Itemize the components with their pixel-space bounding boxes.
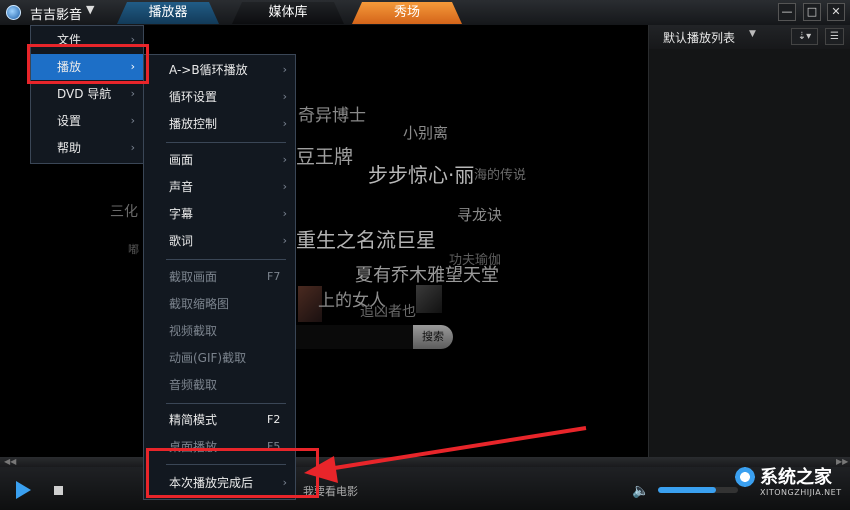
chevron-right-icon: › bbox=[282, 180, 287, 193]
menu-item-label: A->B循环播放 bbox=[169, 63, 248, 77]
play-submenu: A->B循环播放 › 循环设置 › 播放控制 › 画面 › 声音 › 字幕 › 歌词 › 截取… bbox=[143, 54, 296, 500]
menu-item-play-control[interactable]: 播放控制 › bbox=[144, 111, 295, 137]
playlist-sort-button[interactable]: ⇣▾ bbox=[791, 28, 818, 45]
menu-item-capture-frame[interactable]: 截取画面 F7 bbox=[144, 264, 295, 290]
menu-item-label: DVD 导航 bbox=[57, 87, 112, 101]
playlist-menu-button[interactable]: ☰ bbox=[825, 28, 844, 45]
cloud-word[interactable]: 小别离 bbox=[403, 122, 448, 143]
close-button[interactable]: ✕ bbox=[827, 3, 845, 21]
menu-item-label: 视频截取 bbox=[169, 324, 218, 338]
chevron-right-icon: › bbox=[130, 141, 135, 154]
cloud-word[interactable]: 海的传说 bbox=[474, 164, 526, 183]
menu-item-label: 截取缩略图 bbox=[169, 297, 230, 311]
menu-item-label: 帮助 bbox=[57, 141, 82, 155]
minimize-button[interactable]: — bbox=[778, 3, 796, 21]
menu-item-subtitles[interactable]: 字幕 › bbox=[144, 201, 295, 227]
tab-show[interactable]: 秀场 bbox=[352, 2, 462, 24]
watermark-name: 系统之家 bbox=[760, 467, 832, 488]
menu-item-label: 歌词 bbox=[169, 234, 194, 248]
cloud-word[interactable]: 步步惊心·丽 bbox=[368, 159, 474, 188]
app-menu-chevron-down-icon[interactable]: ▼ bbox=[86, 3, 94, 16]
cloud-word[interactable]: 奇异博士 bbox=[298, 101, 366, 126]
chevron-right-icon: › bbox=[282, 234, 287, 247]
app-name[interactable]: 吉吉影音 bbox=[30, 4, 82, 23]
menu-item-lyrics[interactable]: 歌词 › bbox=[144, 228, 295, 254]
highlight-box-play bbox=[27, 44, 149, 84]
menu-separator bbox=[166, 259, 286, 260]
menu-item-label: 音频截取 bbox=[169, 378, 218, 392]
cloud-word[interactable]: 三化 bbox=[110, 201, 138, 221]
search-button[interactable]: 搜索 bbox=[413, 325, 453, 349]
menu-item-compact-mode[interactable]: 精简模式 F2 bbox=[144, 407, 295, 433]
volume-icon[interactable]: 🔈 bbox=[632, 483, 649, 499]
menu-item-picture[interactable]: 画面 › bbox=[144, 147, 295, 173]
chevron-right-icon: › bbox=[282, 90, 287, 103]
chevron-right-icon: › bbox=[282, 117, 287, 130]
play-icon[interactable] bbox=[16, 481, 31, 499]
menu-separator bbox=[166, 142, 286, 143]
menu-item-label: 字幕 bbox=[169, 207, 194, 221]
menu-item-dvd-nav[interactable]: DVD 导航 › bbox=[31, 81, 143, 107]
stop-icon[interactable] bbox=[54, 486, 63, 495]
app-logo-icon[interactable] bbox=[6, 5, 21, 20]
menu-item-loop-settings[interactable]: 循环设置 › bbox=[144, 84, 295, 110]
movie-thumbnail[interactable] bbox=[416, 285, 442, 313]
cloud-word[interactable]: 夏有乔木雅望天堂 bbox=[355, 261, 499, 287]
playlist-panel: 默认播放列表 ▼ ⇣▾ ☰ bbox=[648, 25, 850, 457]
menu-item-label: 循环设置 bbox=[169, 90, 218, 104]
cloud-word[interactable]: 豆王牌 bbox=[296, 142, 353, 169]
seek-forward-icon[interactable]: ▶▶ bbox=[836, 457, 848, 466]
highlight-box-after-playback bbox=[146, 448, 319, 498]
menu-item-shortcut: F7 bbox=[267, 270, 281, 283]
chevron-right-icon: › bbox=[130, 114, 135, 127]
menu-item-label: 动画(GIF)截取 bbox=[169, 351, 247, 365]
menu-item-capture-thumbnail[interactable]: 截取缩略图 bbox=[144, 291, 295, 317]
restore-button[interactable]: □ bbox=[803, 3, 821, 21]
menu-item-help[interactable]: 帮助 › bbox=[31, 135, 143, 161]
cloud-word[interactable]: 寻龙诀 bbox=[457, 204, 502, 225]
chevron-right-icon: › bbox=[282, 63, 287, 76]
playlist-chevron-down-icon[interactable]: ▼ bbox=[749, 29, 756, 39]
menu-item-ab-loop[interactable]: A->B循环播放 › bbox=[144, 57, 295, 83]
chevron-right-icon: › bbox=[130, 87, 135, 100]
menu-item-label: 精简模式 bbox=[169, 413, 218, 427]
menu-item-label: 播放控制 bbox=[169, 117, 218, 131]
chevron-right-icon: › bbox=[282, 207, 287, 220]
cloud-word[interactable]: 重生之名流巨星 bbox=[296, 224, 436, 253]
menu-item-label: 声音 bbox=[169, 180, 194, 194]
volume-slider-fill bbox=[658, 487, 716, 493]
tab-player[interactable]: 播放器 bbox=[117, 2, 219, 24]
playlist-title[interactable]: 默认播放列表 bbox=[663, 29, 735, 46]
tab-media-library[interactable]: 媒体库 bbox=[232, 2, 344, 24]
menu-item-label: 截取画面 bbox=[169, 270, 218, 284]
menu-item-shortcut: F2 bbox=[267, 413, 281, 426]
menu-item-settings[interactable]: 设置 › bbox=[31, 108, 143, 134]
menu-item-label: 设置 bbox=[57, 114, 82, 128]
menu-item-audio[interactable]: 声音 › bbox=[144, 174, 295, 200]
menu-item-capture-video[interactable]: 视频截取 bbox=[144, 318, 295, 344]
menu-item-label: 画面 bbox=[169, 153, 194, 167]
watermark-url: XITONGZHIJIA.NET bbox=[760, 488, 842, 497]
menu-item-capture-gif[interactable]: 动画(GIF)截取 bbox=[144, 345, 295, 371]
seek-bar[interactable] bbox=[0, 457, 850, 467]
watermark-logo-icon bbox=[733, 466, 757, 488]
chevron-right-icon: › bbox=[282, 153, 287, 166]
cloud-word[interactable]: 追凶者也 bbox=[360, 301, 416, 321]
menu-item-capture-audio[interactable]: 音频截取 bbox=[144, 372, 295, 398]
cloud-word[interactable]: 嘟 bbox=[128, 241, 139, 257]
menu-separator bbox=[166, 403, 286, 404]
seek-back-icon[interactable]: ◀◀ bbox=[4, 457, 16, 466]
